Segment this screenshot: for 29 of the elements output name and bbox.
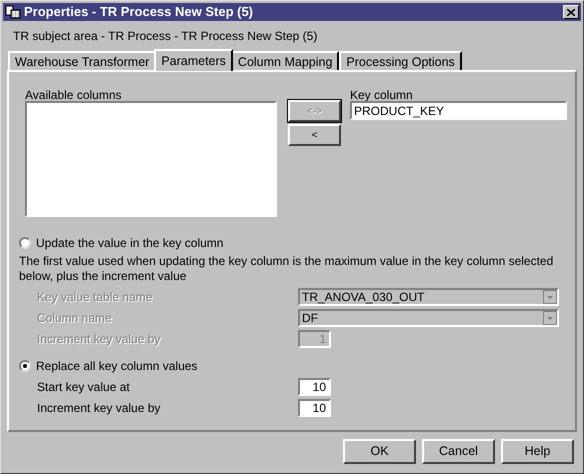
field-label: Key value table name	[37, 289, 154, 306]
key-column-field[interactable]: PRODUCT_KEY	[350, 101, 567, 120]
field-label: Start key value at	[37, 379, 131, 396]
field-label: Available columns	[25, 87, 122, 101]
close-icon	[567, 8, 575, 16]
number-field[interactable]: 10	[298, 399, 331, 417]
field-label: Key column	[350, 87, 414, 101]
option-label[interactable]: Replace all key column values	[36, 357, 198, 375]
dialog-button[interactable]: Help	[501, 439, 574, 464]
description-text: The first value used when updating the key column is the maximum value in the key column selected below, plus the increment value	[19, 254, 554, 284]
tab[interactable]: Warehouse Transformer	[8, 51, 156, 70]
window-title: Properties - TR Process New Step (5)	[24, 3, 254, 22]
radio-button[interactable]	[19, 237, 31, 249]
number-field[interactable]: 10	[298, 378, 331, 396]
tab[interactable]: Column Mapping	[230, 51, 340, 70]
dialog-button[interactable]: Cancel	[422, 439, 495, 464]
tab[interactable]: Parameters	[154, 49, 233, 71]
available-columns-list[interactable]	[25, 101, 277, 217]
field-label: Column name	[37, 310, 113, 327]
tab[interactable]: Processing Options	[339, 51, 462, 70]
field-label: Increment key value by	[37, 331, 162, 348]
option-label[interactable]: Update the value in the key column	[36, 234, 224, 252]
window-icon	[5, 5, 21, 19]
radio-button[interactable]	[19, 360, 31, 372]
field-label: Increment key value by	[37, 400, 162, 417]
dialog-button[interactable]: OK	[343, 439, 416, 464]
move-button[interactable]: <	[288, 124, 341, 146]
close-button[interactable]	[563, 5, 579, 19]
breadcrumb: TR subject area - TR Process - TR Process New Step (5)	[13, 28, 318, 43]
